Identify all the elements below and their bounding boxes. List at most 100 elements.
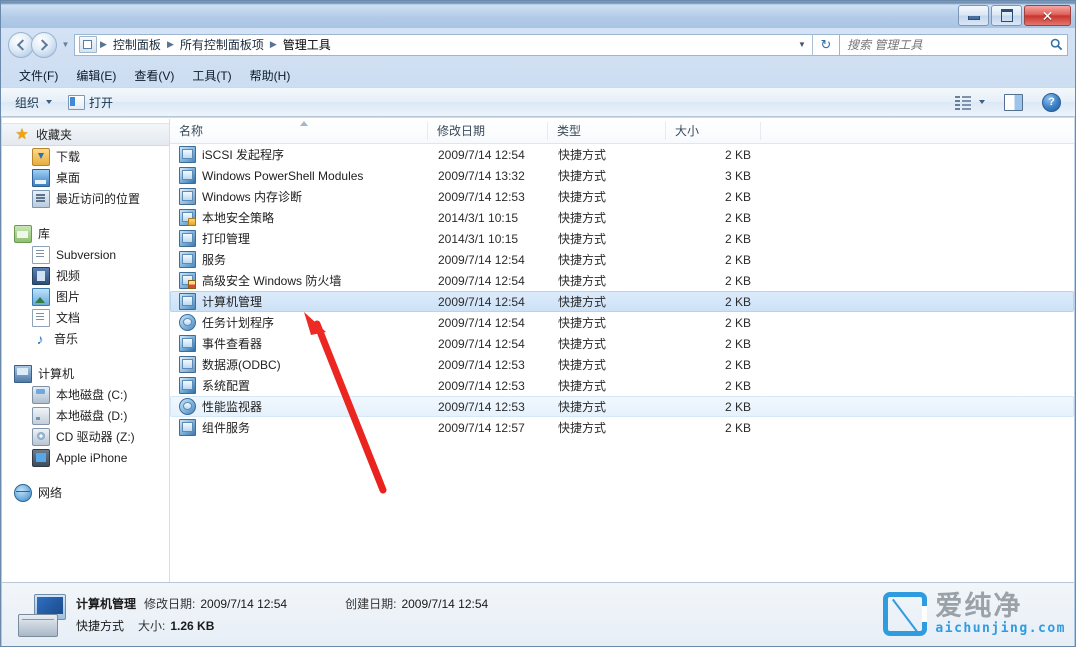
sidebar-label: Subversion (56, 248, 116, 262)
minimize-button[interactable] (958, 5, 989, 26)
sidebar-item-desktop[interactable]: 桌面 (2, 167, 169, 188)
sidebar-item-music[interactable]: ♪ 音乐 (2, 328, 169, 349)
sidebar-item-pictures[interactable]: 图片 (2, 286, 169, 307)
breadcrumb-all-items[interactable]: 所有控制面板项 (175, 35, 269, 55)
recent-pages-dropdown-icon[interactable]: ▼ (60, 34, 71, 56)
file-size: 2 KB (667, 400, 762, 414)
table-row-selected[interactable]: 计算机管理 2009/7/14 12:54 快捷方式 2 KB (170, 291, 1074, 312)
services-icon (179, 251, 196, 268)
table-row[interactable]: 组件服务 2009/7/14 12:57 快捷方式 2 KB (170, 417, 1074, 438)
organize-button[interactable]: 组织 (7, 91, 60, 114)
sidebar-item-recent-places[interactable]: 最近访问的位置 (2, 188, 169, 209)
table-row[interactable]: Windows 内存诊断 2009/7/14 12:53 快捷方式 2 KB (170, 186, 1074, 207)
forward-button[interactable] (31, 32, 57, 58)
sidebar-item-drive-c[interactable]: 本地磁盘 (C:) (2, 384, 169, 405)
menu-view[interactable]: 查看(V) (125, 65, 183, 86)
file-type: 快捷方式 (549, 419, 667, 436)
table-row[interactable]: 服务 2009/7/14 12:54 快捷方式 2 KB (170, 249, 1074, 270)
details-modified-value: 2009/7/14 12:54 (200, 597, 287, 611)
menu-file[interactable]: 文件(F) (10, 65, 67, 86)
table-row[interactable]: 事件查看器 2009/7/14 12:54 快捷方式 2 KB (170, 333, 1074, 354)
sidebar-item-favorites[interactable]: ★ 收藏夹 (2, 123, 169, 146)
file-name: 计算机管理 (202, 293, 262, 310)
preview-pane-button[interactable] (996, 91, 1031, 114)
maximize-button[interactable] (991, 5, 1022, 26)
column-header-date-modified[interactable]: 修改日期 (428, 122, 548, 140)
breadcrumb-control-panel[interactable]: 控制面板 (108, 35, 166, 55)
column-header-name[interactable]: 名称 (170, 122, 428, 140)
computer-management-icon (179, 293, 196, 310)
open-button[interactable]: 打开 (60, 91, 121, 114)
file-type: 快捷方式 (549, 335, 667, 352)
address-bar-row: ▼ ▶ 控制面板 ▶ 所有控制面板项 ▶ 管理工具 ▼ ↻ (1, 29, 1075, 60)
menu-edit[interactable]: 编辑(E) (67, 65, 125, 86)
table-row-hovered[interactable]: 性能监视器 2009/7/14 12:53 快捷方式 2 KB (170, 396, 1074, 417)
sidebar-item-videos[interactable]: 视频 (2, 265, 169, 286)
breadcrumb-separator: ▶ (99, 39, 108, 50)
sidebar-spacer (2, 468, 169, 482)
sidebar-item-drive-d[interactable]: 本地磁盘 (D:) (2, 405, 169, 426)
sidebar-item-network[interactable]: 网络 (2, 482, 169, 503)
sidebar-label: 文档 (56, 309, 80, 326)
watermark-chinese: 爱纯净 (935, 592, 1066, 621)
details-created-value: 2009/7/14 12:54 (401, 597, 488, 611)
column-header-size[interactable]: 大小 (666, 122, 761, 140)
sidebar-label: 图片 (56, 288, 80, 305)
search-input[interactable] (840, 34, 1045, 56)
command-bar: 组织 打开 ? (1, 87, 1075, 117)
file-name-cell: 本地安全策略 (171, 209, 429, 226)
column-header-type[interactable]: 类型 (548, 122, 666, 140)
search-icon[interactable] (1045, 35, 1067, 55)
hard-drive-icon (32, 407, 50, 425)
file-name-cell: 性能监视器 (171, 398, 429, 415)
file-date: 2009/7/14 12:53 (429, 379, 549, 393)
table-row[interactable]: 数据源(ODBC) 2009/7/14 12:53 快捷方式 2 KB (170, 354, 1074, 375)
search-box[interactable] (840, 34, 1068, 56)
details-file-name: 计算机管理 (76, 595, 136, 612)
close-button[interactable]: ✕ (1024, 5, 1071, 26)
sidebar-item-computer[interactable]: 计算机 (2, 363, 169, 384)
refresh-icon[interactable]: ↻ (812, 34, 839, 56)
event-viewer-icon (179, 335, 196, 352)
file-type: 快捷方式 (549, 356, 667, 373)
preview-pane-icon (1004, 94, 1023, 111)
table-row[interactable]: iSCSI 发起程序 2009/7/14 12:54 快捷方式 2 KB (170, 144, 1074, 165)
sidebar-item-subversion[interactable]: Subversion (2, 244, 169, 265)
file-name-cell: 服务 (171, 251, 429, 268)
menu-tools[interactable]: 工具(T) (183, 65, 240, 86)
help-button[interactable]: ? (1034, 90, 1069, 115)
details-size-label: 大小: (138, 617, 165, 634)
file-date: 2009/7/14 12:54 (429, 316, 549, 330)
organize-label: 组织 (15, 94, 39, 111)
table-row[interactable]: 本地安全策略 2014/3/1 10:15 快捷方式 2 KB (170, 207, 1074, 228)
sidebar-item-cd-drive[interactable]: CD 驱动器 (Z:) (2, 426, 169, 447)
content-area: ★ 收藏夹 下载 桌面 最近访问的位置 库 Subver (2, 118, 1074, 583)
sidebar-item-libraries[interactable]: 库 (2, 223, 169, 244)
sidebar-item-apple-iphone[interactable]: Apple iPhone (2, 447, 169, 468)
table-row[interactable]: 高级安全 Windows 防火墙 2009/7/14 12:54 快捷方式 2 … (170, 270, 1074, 291)
table-row[interactable]: Windows PowerShell Modules 2009/7/14 13:… (170, 165, 1074, 186)
table-row[interactable]: 任务计划程序 2009/7/14 12:54 快捷方式 2 KB (170, 312, 1074, 333)
file-name: 性能监视器 (202, 398, 262, 415)
close-icon: ✕ (1042, 9, 1054, 23)
table-row[interactable]: 系统配置 2009/7/14 12:53 快捷方式 2 KB (170, 375, 1074, 396)
file-date: 2014/3/1 10:15 (429, 211, 549, 225)
file-rows: iSCSI 发起程序 2009/7/14 12:54 快捷方式 2 KB Win… (170, 144, 1074, 583)
menu-help[interactable]: 帮助(H) (241, 65, 300, 86)
breadcrumb-separator: ▶ (166, 39, 175, 50)
sidebar-label: 本地磁盘 (D:) (56, 407, 127, 424)
chevron-down-icon (46, 100, 52, 104)
powershell-shortcut-icon (179, 167, 196, 184)
window-controls: ✕ (958, 5, 1071, 26)
breadcrumb-admin-tools[interactable]: 管理工具 (278, 35, 336, 55)
network-icon (14, 484, 32, 502)
performance-monitor-icon (179, 398, 196, 415)
open-icon (68, 95, 85, 110)
table-row[interactable]: 打印管理 2014/3/1 10:15 快捷方式 2 KB (170, 228, 1074, 249)
address-bar[interactable]: ▶ 控制面板 ▶ 所有控制面板项 ▶ 管理工具 ▼ ↻ (74, 34, 840, 56)
view-options-button[interactable] (947, 92, 993, 113)
sidebar-item-documents[interactable]: 文档 (2, 307, 169, 328)
file-size: 2 KB (667, 379, 762, 393)
address-dropdown-icon[interactable]: ▼ (792, 35, 812, 55)
sidebar-item-downloads[interactable]: 下载 (2, 146, 169, 167)
